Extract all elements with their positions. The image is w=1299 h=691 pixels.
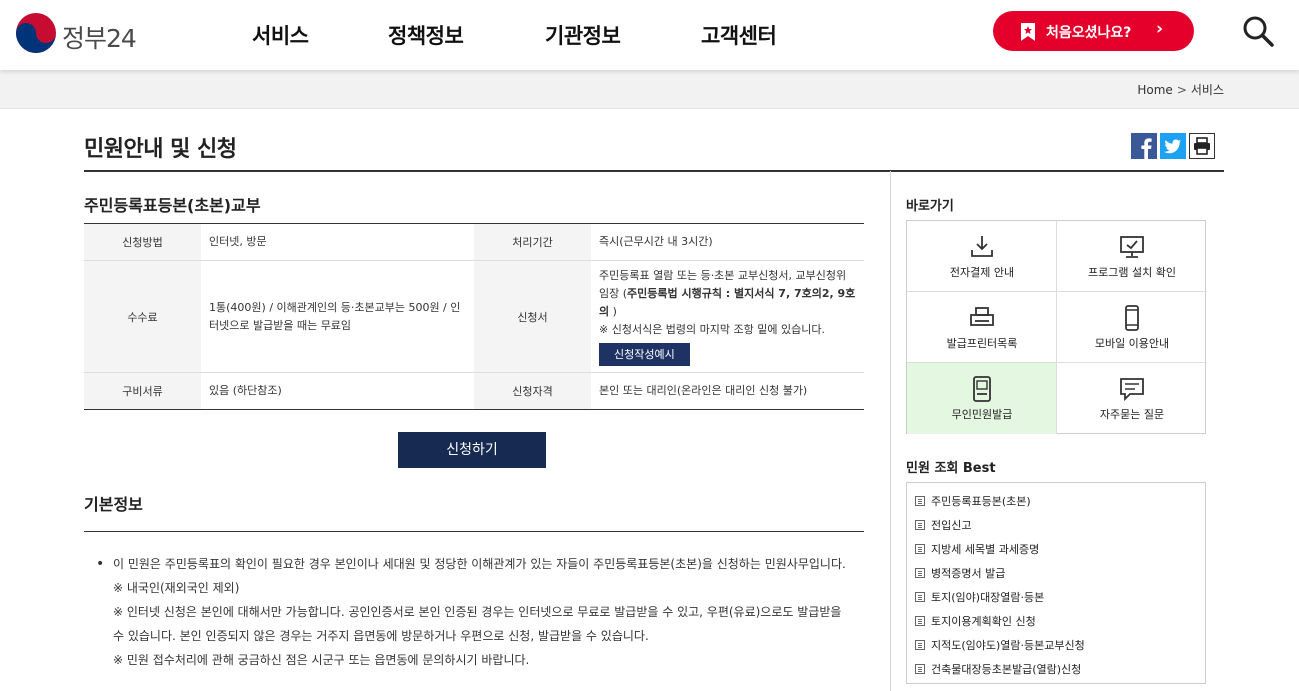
document-icon bbox=[915, 520, 925, 530]
row-header: 신청서 bbox=[474, 260, 591, 373]
monitor-check-icon bbox=[1120, 236, 1144, 258]
table-row: 수수료 1통(400원) / 이해관계인의 등·초본교부는 500원 / 인터넷… bbox=[84, 260, 864, 373]
basic-info-line: ※ 내국인(재외국인 제외) bbox=[113, 581, 240, 595]
basic-info-content: • 이 민원은 주민등록표의 확인이 필요한 경우 본인이나 세대원 및 정당한… bbox=[96, 552, 856, 672]
form-example-button[interactable]: 신청작성예시 bbox=[599, 343, 690, 366]
document-icon bbox=[915, 592, 925, 602]
print-icon[interactable] bbox=[1189, 133, 1215, 159]
document-icon bbox=[915, 544, 925, 554]
form-description: 주민등록표 열람 또는 등·초본 교부신청서, 교부신청위임장 (주민등록법 시… bbox=[599, 269, 856, 318]
nav-policy[interactable]: 정책정보 bbox=[388, 20, 464, 50]
row-header: 신청자격 bbox=[474, 372, 591, 410]
row-value: 즉시(근무시간 내 3시간) bbox=[591, 223, 864, 261]
shortcut-label: 전자결제 안내 bbox=[949, 266, 1015, 279]
title-divider bbox=[84, 170, 1224, 172]
search-icon[interactable] bbox=[1241, 14, 1275, 48]
breadcrumb-separator: > bbox=[1176, 83, 1187, 97]
list-item[interactable]: 병적증명서 발급 bbox=[915, 565, 1005, 581]
application-form-cell: 주민등록표 열람 또는 등·초본 교부신청서, 교부신청위임장 (주민등록법 시… bbox=[591, 260, 864, 373]
first-visit-button[interactable]: 처음오셨나요? › bbox=[993, 11, 1194, 51]
service-title: 주민등록표등본(초본)교부 bbox=[84, 196, 261, 215]
bullet: • bbox=[96, 556, 105, 572]
nav-customer-center[interactable]: 고객센터 bbox=[701, 20, 777, 50]
nav-service[interactable]: 서비스 bbox=[252, 20, 309, 50]
document-icon bbox=[915, 664, 925, 674]
breadcrumb-home[interactable]: Home bbox=[1137, 83, 1172, 97]
list-item[interactable]: 지방세 세목별 과세증명 bbox=[915, 541, 1039, 557]
logo-text: 정부24 bbox=[62, 24, 137, 53]
form-law-reference[interactable]: 주민등록법 시행규칙 : 별지서식 7, 7호의2, 9호의 bbox=[599, 287, 855, 318]
breadcrumb-current[interactable]: 서비스 bbox=[1191, 83, 1224, 97]
row-header: 구비서류 bbox=[84, 372, 201, 410]
shortcut-title: 바로가기 bbox=[906, 199, 954, 214]
sidebar-divider bbox=[890, 171, 891, 691]
bookmark-star-icon bbox=[1021, 23, 1035, 41]
header: 정부24 서비스 정책정보 기관정보 고객센터 처음오셨나요? › bbox=[0, 0, 1299, 70]
basic-info-line: 이 민원은 주민등록표의 확인이 필요한 경우 본인이나 세대원 및 정당한 이… bbox=[113, 557, 846, 571]
row-header: 신청방법 bbox=[84, 223, 201, 261]
row-header: 처리기간 bbox=[474, 223, 591, 261]
shortcut-label: 자주묻는 질문 bbox=[1099, 408, 1165, 421]
basic-info-title: 기본정보 bbox=[84, 495, 143, 514]
mobile-icon bbox=[1125, 305, 1139, 331]
basic-info-line: ※ 인터넷 신청은 본인에 대해서만 가능합니다. 공인인증서로 본인 인증된 … bbox=[113, 605, 842, 643]
shortcut-program-check[interactable]: 프로그램 설치 확인 bbox=[1057, 221, 1207, 292]
document-icon bbox=[915, 616, 925, 626]
table-row: 구비서류 있음 (하단참조) 신청자격 본인 또는 대리인(온라인은 대리인 신… bbox=[84, 372, 864, 410]
shortcut-payment[interactable]: 전자결제 안내 bbox=[907, 221, 1057, 292]
chat-icon bbox=[1120, 378, 1144, 402]
document-icon bbox=[915, 496, 925, 506]
page-title: 민원안내 및 신청 bbox=[84, 137, 237, 162]
basic-info-line: ※ 민원 접수처리에 관해 궁금하신 점은 시군구 또는 읍면동에 문의하시기 … bbox=[113, 653, 530, 667]
list-item[interactable]: 전입신고 bbox=[915, 517, 971, 533]
row-value: 본인 또는 대리인(온라인은 대리인 신청 불가) bbox=[599, 384, 808, 397]
best-title: 민원 조회 Best bbox=[906, 461, 996, 476]
chevron-right-icon: › bbox=[1156, 19, 1164, 39]
table-row: 신청방법 인터넷, 방문 처리기간 즉시(근무시간 내 3시간) bbox=[84, 223, 864, 261]
row-value: 있음 (하단참조) bbox=[209, 384, 282, 397]
shortcut-grid: 전자결제 안내 프로그램 설치 확인 발급프린터목록 모바일 이용안내 무인민원… bbox=[906, 220, 1207, 434]
shortcut-printer-list[interactable]: 발급프린터목록 bbox=[907, 292, 1057, 363]
row-value: 1통(400원) / 이해관계인의 등·초본교부는 500원 / 인터넷으로 발… bbox=[201, 260, 474, 373]
twitter-icon[interactable] bbox=[1160, 133, 1186, 159]
shortcut-kiosk[interactable]: 무인민원발급 bbox=[907, 363, 1057, 434]
list-item[interactable]: 지적도(임야도)열람·등본교부신청 bbox=[915, 637, 1085, 653]
form-note: ※ 신청서식은 법령의 마지막 조항 밑에 있습니다. bbox=[599, 323, 825, 336]
shortcut-label: 발급프린터목록 bbox=[946, 337, 1018, 350]
taegeuk-icon bbox=[16, 13, 56, 53]
list-item[interactable]: 토지(임야)대장열람·등본 bbox=[915, 589, 1044, 605]
printer-icon bbox=[970, 307, 994, 326]
apply-button[interactable]: 신청하기 bbox=[398, 432, 546, 468]
shortcut-faq[interactable]: 자주묻는 질문 bbox=[1057, 363, 1207, 434]
shortcut-mobile-guide[interactable]: 모바일 이용안내 bbox=[1057, 292, 1207, 363]
list-item[interactable]: 토지이용계획확인 신청 bbox=[915, 613, 1036, 629]
nav-agency[interactable]: 기관정보 bbox=[545, 20, 621, 50]
facebook-icon[interactable] bbox=[1131, 133, 1157, 159]
download-icon bbox=[971, 236, 993, 257]
row-value: 인터넷, 방문 bbox=[201, 223, 474, 261]
service-info-table: 신청방법 인터넷, 방문 처리기간 즉시(근무시간 내 3시간) 수수료 1통(… bbox=[84, 223, 864, 410]
shortcut-label: 무인민원발급 bbox=[951, 408, 1013, 421]
row-header: 수수료 bbox=[84, 260, 201, 373]
best-list: 주민등록표등본(초본) 전입신고 지방세 세목별 과세증명 병적증명서 발급 토… bbox=[906, 482, 1206, 684]
first-visit-label: 처음오셨나요? bbox=[1046, 25, 1132, 41]
breadcrumb: Home > 서비스 bbox=[1137, 81, 1224, 98]
gov24-logo[interactable]: 정부24 bbox=[14, 11, 144, 55]
kiosk-icon bbox=[973, 376, 991, 402]
list-item[interactable]: 주민등록표등본(초본) bbox=[915, 493, 1031, 509]
basic-info-divider bbox=[84, 531, 864, 532]
breadcrumb-bar: Home > 서비스 bbox=[0, 70, 1299, 109]
document-icon bbox=[915, 568, 925, 578]
list-item[interactable]: 건축물대장등초본발급(열람)신청 bbox=[915, 661, 1081, 677]
document-icon bbox=[915, 640, 925, 650]
shortcut-label: 모바일 이용안내 bbox=[1094, 337, 1170, 350]
shortcut-label: 프로그램 설치 확인 bbox=[1088, 266, 1176, 279]
